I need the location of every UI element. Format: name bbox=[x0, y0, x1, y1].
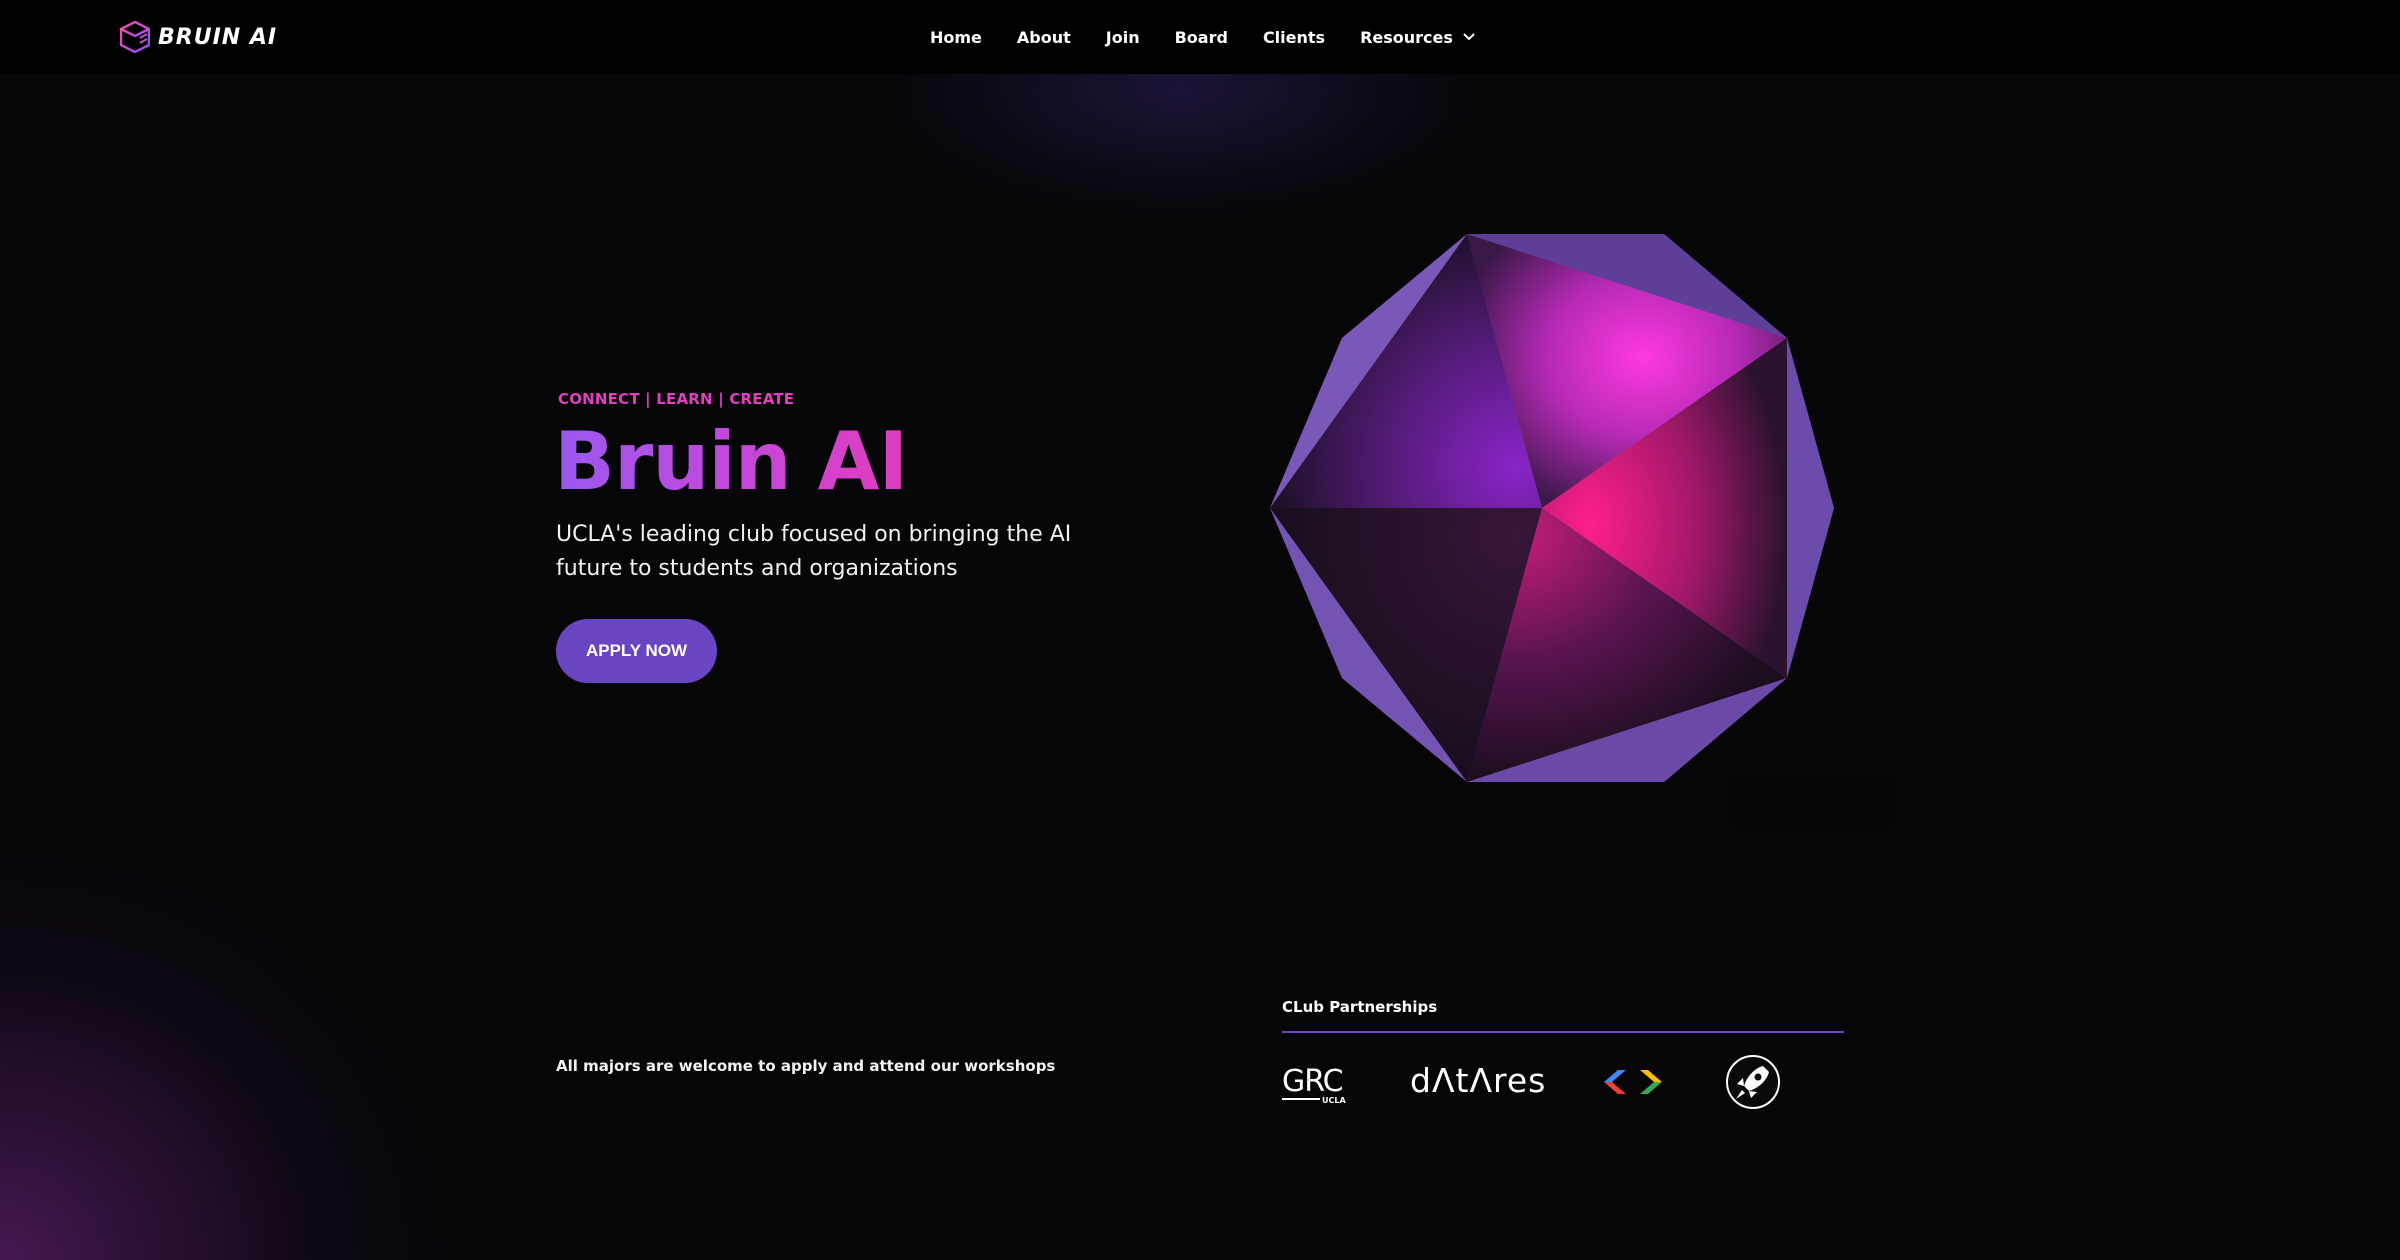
code-brackets-icon bbox=[1604, 1070, 1662, 1094]
logo[interactable]: BRUIN AI bbox=[120, 20, 277, 54]
nav-item-clients[interactable]: Clients bbox=[1263, 28, 1325, 47]
grc-logo-text: GRC bbox=[1282, 1064, 1344, 1099]
nav-links: Home About Join Board Clients Resources bbox=[930, 0, 1510, 74]
partnerships-heading: CLub Partnerships bbox=[1282, 998, 1438, 1016]
partner-logo-datares[interactable]: dΛtΛres bbox=[1410, 1061, 1546, 1100]
hero-tagline: CONNECT | LEARN | CREATE bbox=[558, 390, 795, 408]
apply-now-button[interactable]: APPLY NOW bbox=[556, 619, 717, 683]
nav-item-resources[interactable]: Resources bbox=[1360, 28, 1475, 47]
partner-logo-code[interactable] bbox=[1602, 1066, 1664, 1102]
shadow-block bbox=[1732, 776, 1892, 826]
page: BRUIN AI Home About Join Board Clients R… bbox=[0, 0, 2400, 1260]
rocket-icon bbox=[1726, 1055, 1780, 1109]
logo-text: BRUIN AI bbox=[158, 24, 278, 50]
partner-logo-rocket[interactable] bbox=[1725, 1054, 1781, 1114]
datares-logo-text: dΛtΛres bbox=[1410, 1061, 1547, 1100]
navbar: BRUIN AI Home About Join Board Clients R… bbox=[0, 0, 2400, 74]
nav-item-resources-label: Resources bbox=[1360, 27, 1453, 47]
partnerships-divider bbox=[1282, 1031, 1844, 1033]
gem-illustration bbox=[1270, 234, 1834, 782]
logo-cube-icon bbox=[120, 21, 150, 53]
chevron-down-icon bbox=[1463, 33, 1475, 41]
grc-logo-underline bbox=[1282, 1098, 1320, 1100]
nav-item-join[interactable]: Join bbox=[1106, 28, 1140, 47]
nav-item-home[interactable]: Home bbox=[930, 28, 982, 47]
majors-note: All majors are welcome to apply and atte… bbox=[556, 1057, 1056, 1075]
nav-item-board[interactable]: Board bbox=[1175, 28, 1228, 47]
nav-item-about[interactable]: About bbox=[1017, 28, 1071, 47]
hero-title: Bruin AI bbox=[554, 412, 908, 512]
grc-logo-subtext: UCLA bbox=[1322, 1096, 1346, 1105]
partner-logo-grc[interactable]: GRC UCLA bbox=[1282, 1064, 1352, 1106]
hero-subtitle: UCLA's leading club focused on bringing … bbox=[556, 522, 1072, 581]
